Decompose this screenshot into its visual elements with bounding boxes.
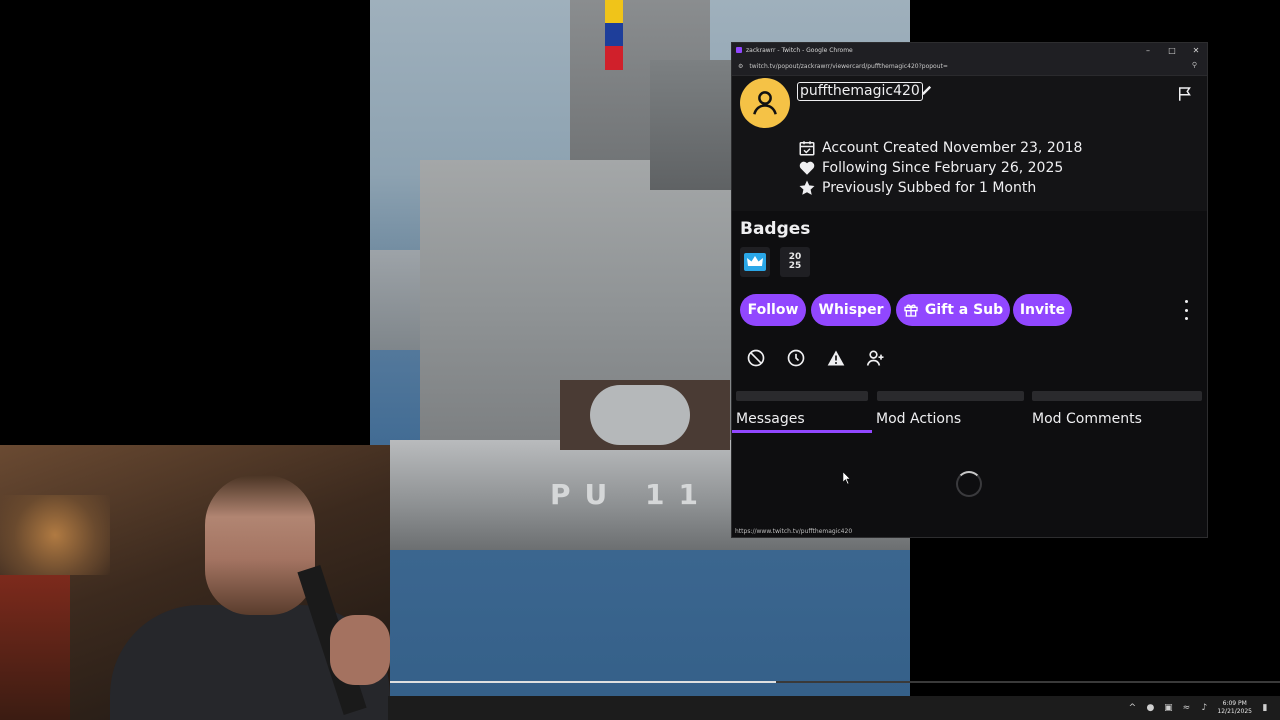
network-icon[interactable]: ▣: [1163, 703, 1173, 713]
report-flag-icon[interactable]: [1176, 85, 1194, 103]
previously-subbed-text: Previously Subbed for 1 Month: [822, 180, 1037, 196]
star-icon: [799, 180, 815, 195]
follow-button[interactable]: Follow: [740, 294, 806, 326]
tab-skeleton: [877, 391, 1024, 401]
calendar-icon: [799, 141, 815, 156]
clock-date: 12/21/2025: [1217, 708, 1252, 715]
more-options-icon[interactable]: [1178, 300, 1194, 320]
add-mod-icon[interactable]: [865, 347, 887, 369]
video-progress-bar[interactable]: [388, 681, 1280, 683]
viewer-card-window: zackrawrr - Twitch - Google Chrome – □ ✕…: [732, 43, 1207, 537]
address-url[interactable]: twitch.tv/popout/zackrawrr/viewercard/pu…: [749, 63, 948, 70]
crown-icon: [744, 253, 766, 271]
ban-icon[interactable]: [745, 347, 767, 369]
subscriber-badge[interactable]: [740, 247, 770, 277]
gift-sub-button[interactable]: Gift a Sub: [896, 294, 1010, 326]
webcam-lamp: [0, 495, 110, 575]
gift-icon: [904, 304, 918, 317]
webcam-overlay: [0, 445, 390, 720]
webcam-person-head: [205, 475, 315, 615]
site-info-icon[interactable]: ⚙: [738, 63, 743, 70]
window-titlebar[interactable]: zackrawrr - Twitch - Google Chrome – □ ✕: [732, 43, 1207, 57]
following-since-row: Following Since February 26, 2025: [798, 159, 1063, 177]
video-hull-text: PU 11: [550, 478, 712, 511]
clock-time: 6:09 PM: [1222, 700, 1247, 707]
volume-icon[interactable]: ♪: [1199, 703, 1209, 713]
notification-icon[interactable]: ▮: [1260, 703, 1270, 713]
system-tray: ^ ● ▣ ≈ ♪ 6:09 PM 12/21/2025 ▮: [1127, 696, 1270, 720]
address-bar[interactable]: ⚙ twitch.tv/popout/zackrawrr/viewercard/…: [732, 57, 1207, 76]
year-badge-text: 20 25: [788, 252, 802, 271]
heart-icon: [799, 161, 815, 175]
previously-subbed-row: Previously Subbed for 1 Month: [798, 179, 1036, 197]
video-progress-fill: [388, 681, 777, 683]
maximize-button[interactable]: □: [1167, 46, 1177, 55]
whisper-button[interactable]: Whisper: [811, 294, 891, 326]
window-controls: – □ ✕: [1143, 43, 1201, 57]
window-title: zackrawrr - Twitch - Google Chrome: [746, 46, 853, 54]
app-tray-icon[interactable]: ●: [1145, 703, 1155, 713]
chevron-up-icon[interactable]: ^: [1127, 703, 1137, 713]
mouse-cursor-icon: [843, 472, 851, 484]
close-button[interactable]: ✕: [1191, 46, 1201, 55]
active-tab-indicator: [732, 430, 872, 433]
tab-mod-comments[interactable]: Mod Comments: [1032, 411, 1142, 427]
warn-icon[interactable]: [825, 347, 847, 369]
taskbar: ^ ● ▣ ≈ ♪ 6:09 PM 12/21/2025 ▮: [388, 696, 1280, 720]
username-link[interactable]: puffthemagic420: [797, 82, 923, 101]
tab-mod-actions[interactable]: Mod Actions: [876, 411, 961, 427]
link-status-bar: https://www.twitch.tv/puffthemagic420: [732, 527, 856, 536]
tab-messages[interactable]: Messages: [736, 411, 805, 427]
tab-skeleton: [1032, 391, 1202, 401]
video-helicopter: [590, 385, 690, 445]
wifi-icon[interactable]: ≈: [1181, 703, 1191, 713]
video-flag: [605, 0, 623, 70]
zoom-icon[interactable]: ⚲: [1192, 61, 1197, 69]
timeout-icon[interactable]: [785, 347, 807, 369]
minimize-button[interactable]: –: [1143, 46, 1153, 55]
tab-skeleton: [736, 391, 868, 401]
gift-sub-label: Gift a Sub: [924, 302, 1004, 318]
following-since-text: Following Since February 26, 2025: [822, 160, 1064, 176]
user-silhouette-icon: [753, 91, 777, 115]
account-created-row: Account Created November 23, 2018: [798, 139, 1082, 157]
loading-spinner: [956, 471, 982, 497]
pencil-icon[interactable]: [920, 83, 934, 97]
badges-heading: Badges: [740, 219, 811, 239]
twitch-favicon-icon: [736, 47, 742, 53]
taskbar-clock[interactable]: 6:09 PM 12/21/2025: [1217, 700, 1252, 716]
avatar[interactable]: [740, 78, 790, 128]
invite-button[interactable]: Invite: [1013, 294, 1072, 326]
year-2025-badge[interactable]: 20 25: [780, 247, 810, 277]
webcam-hand: [330, 615, 390, 685]
account-created-text: Account Created November 23, 2018: [822, 140, 1083, 156]
webcam-shelf: [0, 575, 70, 720]
